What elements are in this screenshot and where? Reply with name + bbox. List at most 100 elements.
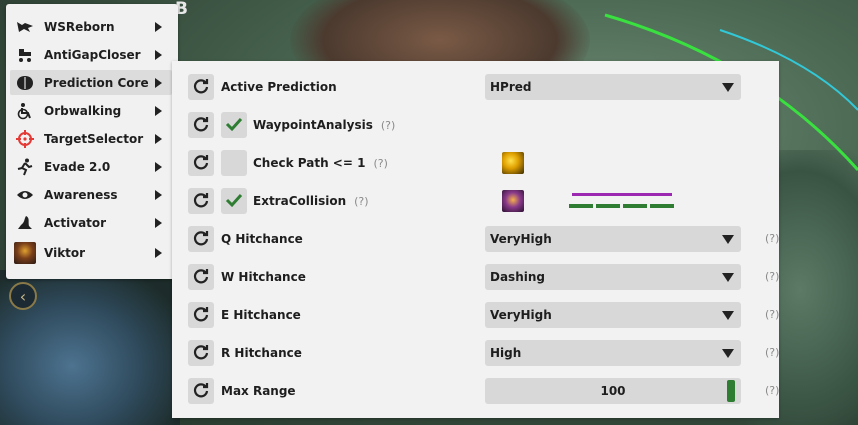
check-path-checkbox[interactable] xyxy=(221,150,247,176)
help-tooltip[interactable]: (?) xyxy=(765,226,779,252)
setting-label: ExtraCollision (?) xyxy=(253,188,369,214)
w-hitchance-row: W Hitchance Dashing (?) xyxy=(188,264,779,292)
chevron-right-icon xyxy=(155,217,162,228)
refresh-icon xyxy=(192,77,210,98)
menu-item-awareness[interactable]: Awareness xyxy=(10,182,172,207)
dropdown-value: VeryHigh xyxy=(490,308,552,322)
menu-item-antigapcloser[interactable]: AntiGapCloser xyxy=(10,42,172,67)
setting-label: E Hitchance xyxy=(221,308,301,322)
refresh-icon xyxy=(192,305,210,326)
refresh-icon xyxy=(192,229,210,250)
menu-item-label: Activator xyxy=(44,215,107,230)
champion-icon xyxy=(502,190,524,212)
health-segment xyxy=(623,204,647,208)
label-text: WaypointAnalysis xyxy=(253,118,373,132)
reset-button[interactable] xyxy=(188,340,214,366)
wheelchair-icon xyxy=(14,100,36,122)
chevron-right-icon xyxy=(155,133,162,144)
help-tooltip[interactable]: (?) xyxy=(765,340,779,366)
help-tooltip[interactable]: (?) xyxy=(373,157,387,170)
menu-item-label: TargetSelector xyxy=(44,131,144,146)
menu-item-evade[interactable]: Evade 2.0 xyxy=(10,154,172,179)
brain-icon xyxy=(14,72,36,94)
chevron-right-icon xyxy=(155,49,162,60)
reset-button[interactable] xyxy=(188,302,214,328)
waypoint-analysis-checkbox[interactable] xyxy=(221,112,247,138)
main-menu: WSReborn AntiGapCloser Prediction Core O… xyxy=(6,4,178,279)
reset-button[interactable] xyxy=(188,378,214,404)
eye-icon xyxy=(14,184,36,206)
stroller-icon xyxy=(14,44,36,66)
wizard-hat-icon xyxy=(14,212,36,234)
help-tooltip[interactable]: (?) xyxy=(765,378,779,404)
w-hitchance-dropdown[interactable]: Dashing xyxy=(485,264,741,290)
setting-label: Q Hitchance xyxy=(221,232,303,246)
slider-value: 100 xyxy=(600,384,626,398)
help-tooltip[interactable]: (?) xyxy=(354,195,368,208)
collapse-hud-button[interactable]: ‹ xyxy=(9,282,37,310)
dropdown-value: Dashing xyxy=(490,270,545,284)
setting-label: R Hitchance xyxy=(221,346,302,360)
extra-collision-checkbox[interactable] xyxy=(221,188,247,214)
menu-item-prediction-core[interactable]: Prediction Core xyxy=(10,70,172,95)
dropdown-value: VeryHigh xyxy=(490,232,552,246)
menu-item-label: Awareness xyxy=(44,187,118,202)
refresh-icon xyxy=(192,153,210,174)
crosshair-icon xyxy=(14,128,36,150)
refresh-icon xyxy=(192,381,210,402)
help-tooltip[interactable]: (?) xyxy=(765,302,779,328)
refresh-icon xyxy=(192,343,210,364)
active-prediction-dropdown[interactable]: HPred xyxy=(485,74,741,100)
mana-bar xyxy=(572,193,672,196)
champion-health-bar xyxy=(569,193,675,213)
menu-item-label: WSReborn xyxy=(44,19,115,34)
dropdown-arrow-icon xyxy=(722,273,734,282)
running-icon xyxy=(14,156,36,178)
help-tooltip[interactable]: (?) xyxy=(381,119,395,132)
setting-label: Check Path <= 1 (?) xyxy=(253,150,388,176)
reset-button[interactable] xyxy=(188,74,214,100)
slider-handle[interactable] xyxy=(727,380,735,402)
refresh-icon xyxy=(192,191,210,212)
champion-portrait-icon xyxy=(14,241,36,264)
reset-button[interactable] xyxy=(188,150,214,176)
refresh-icon xyxy=(192,267,210,288)
check-path-row: Check Path <= 1 (?) xyxy=(188,150,773,178)
dropdown-arrow-icon xyxy=(722,349,734,358)
chevron-right-icon xyxy=(155,161,162,172)
q-hitchance-dropdown[interactable]: VeryHigh xyxy=(485,226,741,252)
menu-item-targetselector[interactable]: TargetSelector xyxy=(10,126,172,151)
dropdown-value: High xyxy=(490,346,522,360)
setting-label: WaypointAnalysis (?) xyxy=(253,112,395,138)
dropdown-arrow-icon xyxy=(722,311,734,320)
chevron-right-icon xyxy=(155,105,162,116)
active-prediction-row: Active Prediction HPred xyxy=(188,74,773,102)
r-hitchance-dropdown[interactable]: High xyxy=(485,340,741,366)
chevron-right-icon xyxy=(155,247,162,258)
help-tooltip[interactable]: (?) xyxy=(765,264,779,290)
health-segment xyxy=(569,204,593,208)
waypoint-analysis-row: WaypointAnalysis (?) xyxy=(188,112,773,140)
setting-label: W Hitchance xyxy=(221,270,306,284)
setting-label: Active Prediction xyxy=(221,80,337,94)
health-segment xyxy=(596,204,620,208)
menu-item-activator[interactable]: Activator xyxy=(10,210,172,235)
reset-button[interactable] xyxy=(188,112,214,138)
e-hitchance-dropdown[interactable]: VeryHigh xyxy=(485,302,741,328)
menu-item-label: Orbwalking xyxy=(44,103,122,118)
menu-item-viktor[interactable]: Viktor xyxy=(10,240,172,265)
reset-button[interactable] xyxy=(188,226,214,252)
wolf-icon xyxy=(14,16,36,38)
checkmark-icon xyxy=(225,116,243,135)
prediction-core-panel: Active Prediction HPred WaypointAnalysis… xyxy=(172,61,779,418)
menu-item-wsreborn[interactable]: WSReborn xyxy=(10,14,172,39)
checkmark-icon xyxy=(225,192,243,211)
spell-icon xyxy=(502,152,524,174)
chevron-right-icon xyxy=(155,189,162,200)
reset-button[interactable] xyxy=(188,264,214,290)
menu-item-label: AntiGapCloser xyxy=(44,47,141,62)
max-range-slider[interactable]: 100 xyxy=(485,378,741,404)
menu-item-orbwalking[interactable]: Orbwalking xyxy=(10,98,172,123)
reset-button[interactable] xyxy=(188,188,214,214)
q-hitchance-row: Q Hitchance VeryHigh (?) xyxy=(188,226,779,254)
